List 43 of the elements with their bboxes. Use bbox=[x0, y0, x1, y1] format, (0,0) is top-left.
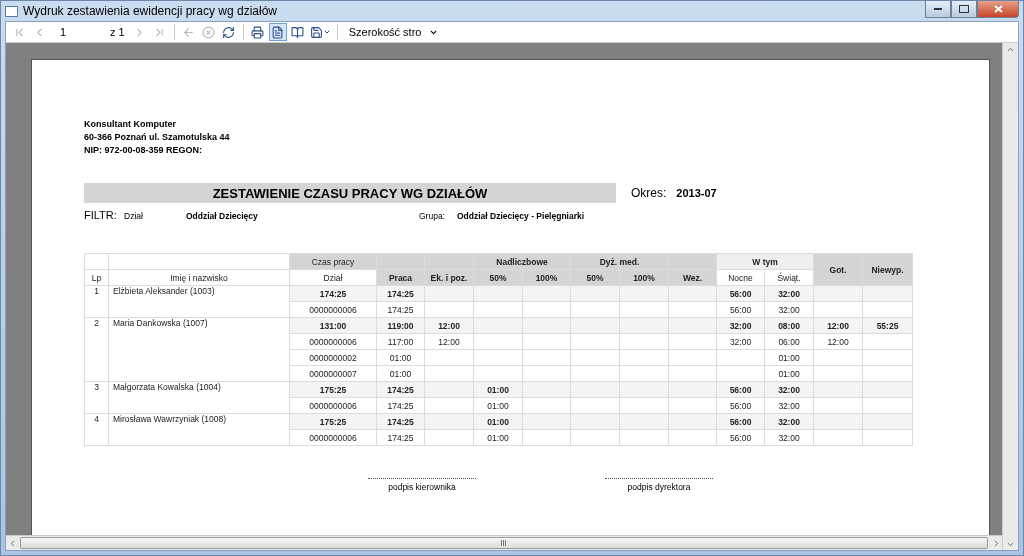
period-label: Okres: bbox=[631, 186, 667, 200]
close-button[interactable] bbox=[977, 1, 1019, 18]
table-cell: Maria Dankowska (1007) bbox=[108, 317, 290, 382]
group-value: Oddział Dziecięcy - Pielęgniarki bbox=[457, 211, 585, 221]
department-label: Dział bbox=[124, 211, 144, 221]
signature-line: podpis dyrektora bbox=[605, 478, 713, 492]
table-cell: 2 bbox=[84, 317, 109, 382]
window-icon bbox=[5, 5, 18, 17]
grip-icon bbox=[501, 540, 507, 546]
minimize-button[interactable] bbox=[925, 1, 951, 18]
period-value: 2013-07 bbox=[676, 187, 717, 199]
zoom-dropdown[interactable]: Szerokość stro bbox=[342, 23, 445, 41]
signature-line: podpis kierownika bbox=[368, 478, 476, 492]
vertical-scrollbar[interactable] bbox=[1002, 43, 1018, 550]
page-number-field[interactable]: 1 bbox=[50, 24, 90, 40]
report-title: ZESTAWIENIE CZASU PRACY WG DZIAŁÓW bbox=[84, 183, 616, 203]
table-cell: 4 bbox=[84, 413, 109, 446]
printer-icon[interactable] bbox=[248, 23, 267, 41]
window-title: Wydruk zestawienia ewidencji pracy wg działów bbox=[23, 4, 278, 18]
filter-label: FILTR: bbox=[84, 209, 118, 221]
company-line: NIP: 972-00-08-359 REGON: bbox=[84, 144, 204, 157]
page-icon[interactable] bbox=[268, 23, 287, 41]
maximize-button[interactable] bbox=[951, 1, 977, 18]
column-group-header: Czas pracy bbox=[289, 253, 377, 270]
column-header: Niewyp. bbox=[862, 253, 913, 286]
company-line: 60-366 Poznań ul. Szamotulska 44 bbox=[84, 131, 231, 144]
save-icon bbox=[309, 25, 323, 39]
table-cell: Elżbieta Aleksander (1003) bbox=[108, 285, 290, 318]
caret-icon bbox=[322, 28, 331, 36]
table-cell: Małgorzata Kowalska (1004) bbox=[108, 381, 290, 414]
company-line: Konsultant Komputer bbox=[84, 118, 177, 131]
horizontal-scrollbar[interactable] bbox=[6, 535, 1002, 550]
column-group-header: Dyż. med. bbox=[570, 253, 669, 270]
department-value: Oddział Dziecięcy bbox=[186, 211, 259, 221]
table-cell: 3 bbox=[84, 381, 109, 414]
table-cell: 1 bbox=[84, 285, 109, 318]
group-label: Grupa: bbox=[419, 211, 446, 221]
page-count: z 1 bbox=[110, 26, 125, 38]
table-cell: Mirosława Wawrzyniak (1008) bbox=[108, 413, 290, 446]
close-icon bbox=[993, 5, 1003, 13]
column-group-header: Nadliczbowe bbox=[473, 253, 571, 270]
column-group-header: W tym bbox=[716, 253, 814, 270]
column-header: Got. bbox=[813, 253, 863, 286]
